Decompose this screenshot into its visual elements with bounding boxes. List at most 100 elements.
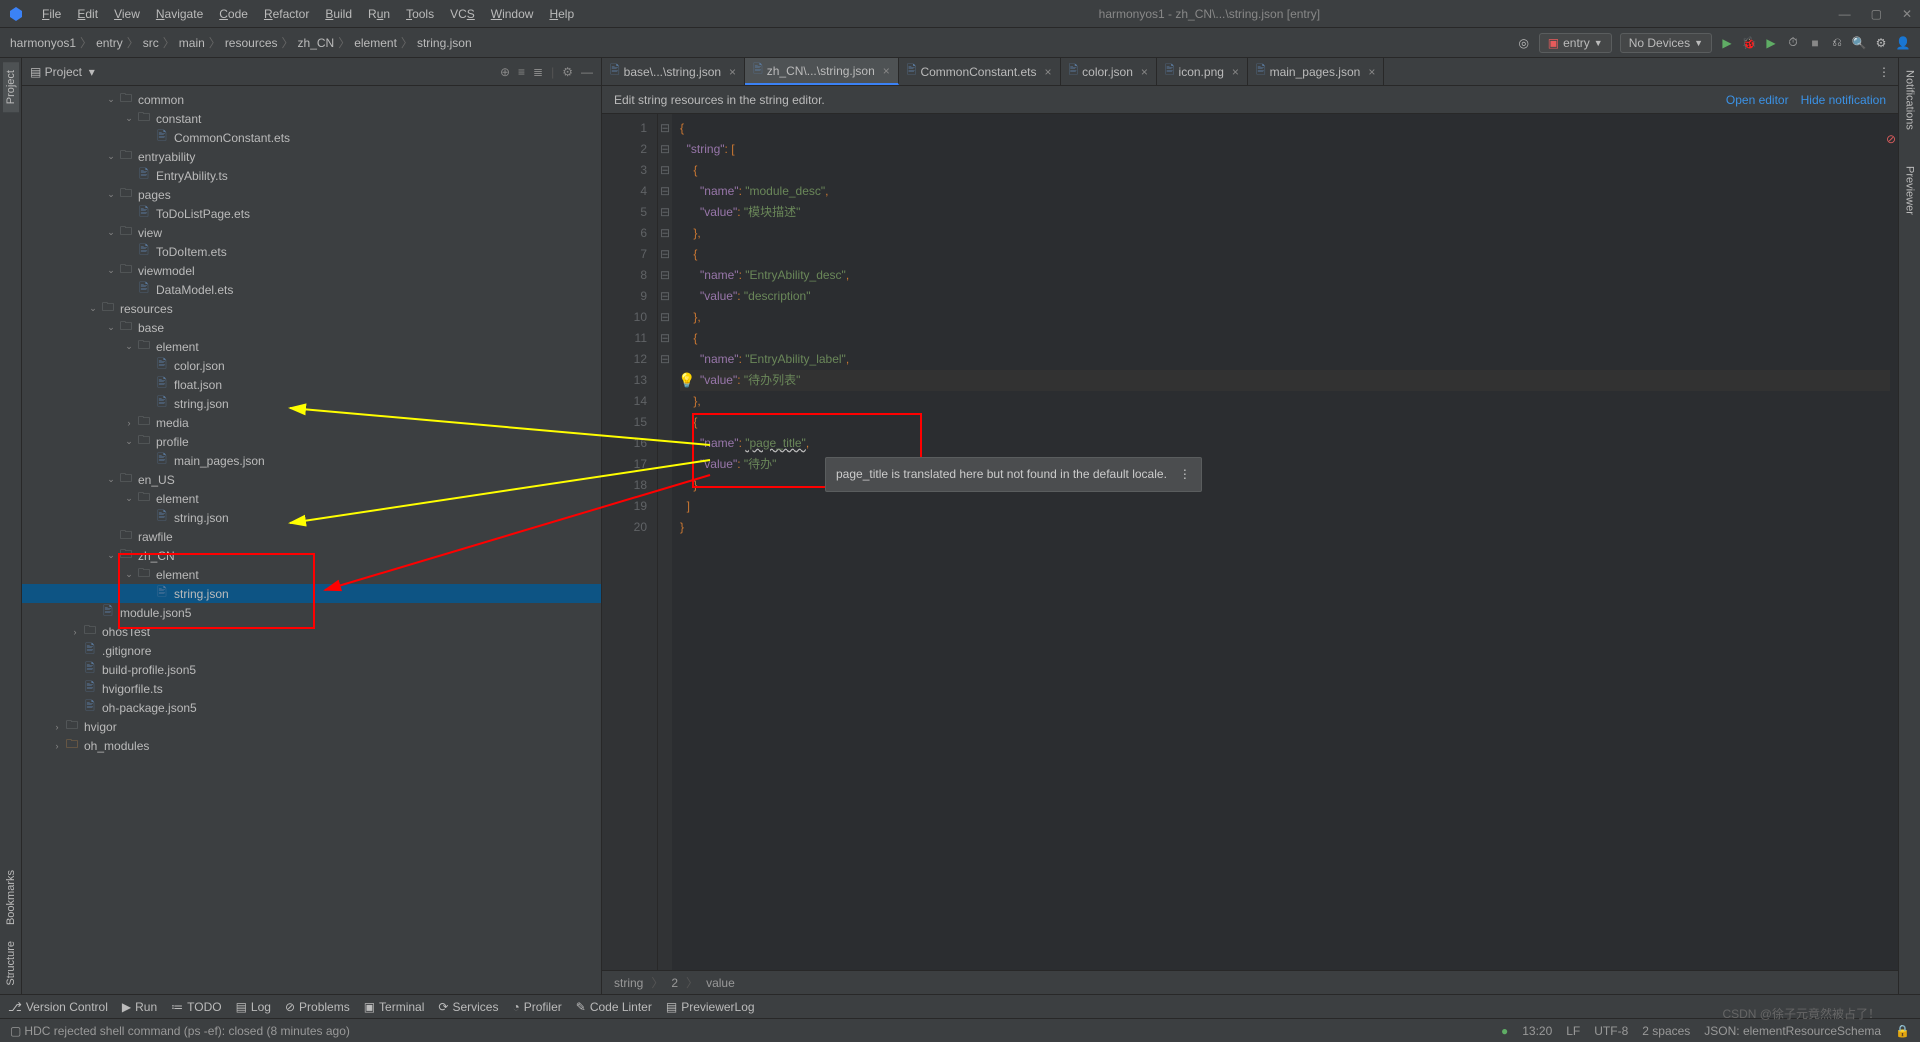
tree-item[interactable]: 🖹module.json5 (22, 603, 601, 622)
coverage-icon[interactable]: ▶ (1764, 36, 1778, 50)
menu-tools[interactable]: Tools (400, 5, 440, 23)
tree-item[interactable]: ⌄🗀viewmodel (22, 261, 601, 280)
tree-item[interactable]: ⌄🗀profile (22, 432, 601, 451)
tree-item[interactable]: 🖹string.json (22, 394, 601, 413)
tool-services[interactable]: ⟳ Services (438, 1000, 498, 1014)
maximize-icon[interactable]: ▢ (1871, 7, 1882, 21)
code-line[interactable]: "value": "待办列表" (680, 370, 1890, 391)
hide-notification-link[interactable]: Hide notification (1801, 93, 1886, 107)
code-area[interactable]: { "string": [ { "name": "module_desc", "… (672, 114, 1898, 970)
close-tab-icon[interactable]: × (1232, 65, 1239, 79)
run-config-selector[interactable]: ▣ entry ▼ (1539, 33, 1612, 53)
breadcrumb-seg[interactable]: zh_CN (298, 36, 335, 50)
tool-previewer[interactable]: Previewer (1902, 158, 1918, 223)
menu-build[interactable]: Build (319, 5, 358, 23)
close-tab-icon[interactable]: × (883, 64, 890, 78)
close-icon[interactable]: ✕ (1902, 7, 1912, 21)
menu-file[interactable]: FFileile (36, 5, 67, 23)
tool-vcs[interactable]: ⎇ Version Control (8, 1000, 108, 1014)
tree-item[interactable]: 🖹oh-package.json5 (22, 698, 601, 717)
tree-item[interactable]: ⌄🗀view (22, 223, 601, 242)
tree-item[interactable]: ›🗀oh_modules (22, 736, 601, 755)
tree-item[interactable]: 🖹build-profile.json5 (22, 660, 601, 679)
code-line[interactable]: { (680, 412, 1890, 433)
menu-view[interactable]: View (108, 5, 146, 23)
tree-item[interactable]: 🖹main_pages.json (22, 451, 601, 470)
status-event-icon[interactable]: ▢ (10, 1024, 21, 1038)
code-line[interactable]: { (680, 244, 1890, 265)
tree-item[interactable]: ›🗀hvigor (22, 717, 601, 736)
code-line[interactable]: "name": "page_title", (680, 433, 1890, 454)
tree-item[interactable]: 🖹EntryAbility.ts (22, 166, 601, 185)
tool-project[interactable]: Project (3, 62, 19, 112)
code-line[interactable]: }, (680, 223, 1890, 244)
breadcrumb-seg[interactable]: main (179, 36, 205, 50)
tree-item[interactable]: ⌄🗀constant (22, 109, 601, 128)
profile-icon[interactable]: ⏱ (1786, 36, 1800, 50)
status-encoding[interactable]: UTF-8 (1594, 1024, 1628, 1038)
code-line[interactable]: }, (680, 391, 1890, 412)
tree-item[interactable]: ›🗀ohosTest (22, 622, 601, 641)
tree-item[interactable]: 🖹ToDoItem.ets (22, 242, 601, 261)
tree-item[interactable]: ⌄🗀base (22, 318, 601, 337)
code-line[interactable]: "name": "module_desc", (680, 181, 1890, 202)
fold-gutter[interactable]: ⊟⊟⊟⊟⊟⊟⊟⊟⊟⊟⊟⊟ (658, 114, 672, 970)
close-tab-icon[interactable]: × (729, 65, 736, 79)
target-icon[interactable]: ◎ (1517, 36, 1531, 50)
code-line[interactable]: "name": "EntryAbility_desc", (680, 265, 1890, 286)
editor-tab[interactable]: 🖹icon.png× (1157, 58, 1248, 85)
tree-item[interactable]: 🖹DataModel.ets (22, 280, 601, 299)
tree-item[interactable]: 🖹string.json (22, 508, 601, 527)
debug-icon[interactable]: 🐞 (1742, 36, 1756, 50)
menu-run[interactable]: Run (362, 5, 396, 23)
editor-tab[interactable]: 🖹zh_CN\...\string.json× (745, 58, 899, 85)
tree-item[interactable]: ⌄🗀common (22, 90, 601, 109)
device-selector[interactable]: No Devices ▼ (1620, 33, 1712, 53)
tool-notifications[interactable]: Notifications (1902, 62, 1918, 138)
tree-item[interactable]: 🖹CommonConstant.ets (22, 128, 601, 147)
panel-settings-icon[interactable]: ⚙ (562, 65, 573, 79)
editor-tab[interactable]: 🖹main_pages.json× (1248, 58, 1384, 85)
breadcrumb-seg[interactable]: element (354, 36, 397, 50)
tool-linter[interactable]: ✎ Code Linter (576, 1000, 652, 1014)
minimize-icon[interactable]: — (1839, 7, 1851, 21)
tool-bookmarks[interactable]: Bookmarks (3, 862, 19, 933)
vcs-icon[interactable]: ⎌ (1830, 36, 1844, 50)
breadcrumb-seg[interactable]: resources (225, 36, 278, 50)
status-position[interactable]: 13:20 (1522, 1024, 1552, 1038)
tool-profiler[interactable]: ◔ Profiler (512, 1000, 561, 1014)
tool-problems[interactable]: ⊘ Problems (285, 1000, 350, 1014)
editor-breadcrumb[interactable]: string〉2〉value (602, 970, 1898, 994)
status-lock-icon[interactable]: 🔒 (1895, 1024, 1910, 1038)
editor-tab[interactable]: 🖹base\...\string.json× (602, 58, 745, 85)
tree-item[interactable]: 🖹ToDoListPage.ets (22, 204, 601, 223)
close-tab-icon[interactable]: × (1045, 65, 1052, 79)
tree-item[interactable]: ⌄🗀zh_CN (22, 546, 601, 565)
code-line[interactable]: { (680, 118, 1890, 139)
code-line[interactable]: "value": "模块描述" (680, 202, 1890, 223)
menu-navigate[interactable]: Navigate (150, 5, 209, 23)
open-editor-link[interactable]: Open editor (1726, 93, 1789, 107)
breadcrumb-seg[interactable]: entry (96, 36, 123, 50)
status-indent[interactable]: 2 spaces (1642, 1024, 1690, 1038)
menu-vcs[interactable]: VCS (444, 5, 481, 23)
status-line-sep[interactable]: LF (1566, 1024, 1580, 1038)
tree-item[interactable]: ⌄🗀resources (22, 299, 601, 318)
tree-item[interactable]: 🗀rawfile (22, 527, 601, 546)
code-line[interactable]: "name": "EntryAbility_label", (680, 349, 1890, 370)
project-view-selector[interactable]: ▤ Project ▾ (30, 65, 95, 79)
status-schema[interactable]: JSON: elementResourceSchema (1704, 1024, 1881, 1038)
code-line[interactable]: { (680, 160, 1890, 181)
hide-panel-icon[interactable]: — (581, 65, 593, 79)
editor-tab[interactable]: 🖹CommonConstant.ets× (899, 58, 1061, 85)
editor-tab[interactable]: 🖹color.json× (1061, 58, 1157, 85)
code-line[interactable]: "value": "description" (680, 286, 1890, 307)
tree-item[interactable]: ⌄🗀en_US (22, 470, 601, 489)
settings-icon[interactable]: ⚙ (1874, 36, 1888, 50)
menu-edit[interactable]: Edit (71, 5, 104, 23)
close-tab-icon[interactable]: × (1141, 65, 1148, 79)
tree-item[interactable]: ⌄🗀element (22, 337, 601, 356)
code-line[interactable]: "string": [ (680, 139, 1890, 160)
code-line[interactable]: { (680, 328, 1890, 349)
close-tab-icon[interactable]: × (1368, 65, 1375, 79)
